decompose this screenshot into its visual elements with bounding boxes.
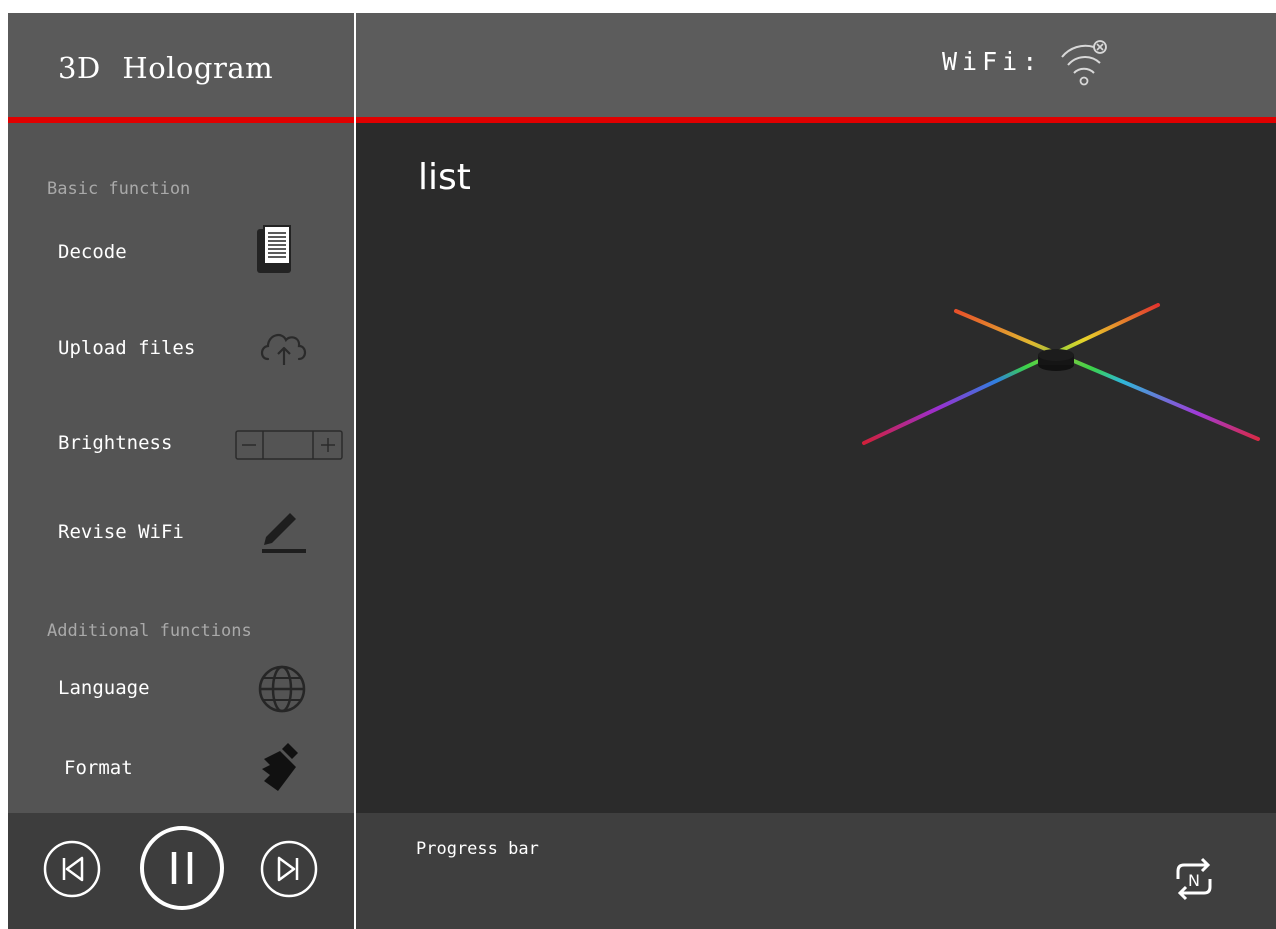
sidebar-item-language[interactable]: Language xyxy=(8,659,354,719)
previous-track-icon[interactable] xyxy=(42,839,102,899)
section-additional-functions: Additional functions xyxy=(47,621,252,641)
sidebar-item-format[interactable]: Format xyxy=(8,739,354,799)
wifi-label: WiFi: xyxy=(942,47,1043,76)
brightness-stepper xyxy=(235,430,343,460)
sidebar-item-brightness: Brightness xyxy=(8,414,354,474)
sidebar-item-decode[interactable]: Decode xyxy=(8,223,354,283)
progress-area: Progress bar N xyxy=(356,813,1276,929)
pause-icon[interactable] xyxy=(139,825,225,911)
brand-header: 3D Hologram xyxy=(8,13,354,117)
accent-line xyxy=(8,117,354,123)
sidebar-item-label: Language xyxy=(58,677,150,699)
sidebar-item-label: Brightness xyxy=(58,432,173,454)
section-basic-function: Basic function xyxy=(47,179,191,199)
sidebar-item-label: Decode xyxy=(58,241,127,263)
sidebar: 3D Hologram Basic function Decode Upload… xyxy=(8,13,354,813)
progress-bar[interactable]: Progress bar xyxy=(416,839,539,859)
wifi-disconnected-icon[interactable] xyxy=(1054,35,1114,87)
svg-text:N: N xyxy=(1188,871,1200,890)
player-controls xyxy=(8,813,354,929)
sidebar-item-revise-wifi[interactable]: Revise WiFi xyxy=(8,503,354,563)
brightness-decrease-button[interactable] xyxy=(235,430,263,460)
page-title: list xyxy=(418,157,471,198)
sidebar-item-label: Revise WiFi xyxy=(58,521,184,543)
loop-mode-icon[interactable]: N xyxy=(1164,849,1224,909)
sidebar-item-label: Format xyxy=(64,757,133,779)
hologram-fan-image xyxy=(856,303,1266,463)
sidebar-item-label: Upload files xyxy=(58,337,196,359)
brush-icon xyxy=(252,739,312,799)
edit-icon xyxy=(254,503,314,563)
sidebar-menu: Basic function Decode Upload files Brigh… xyxy=(8,123,354,813)
main-content: list xyxy=(356,123,1276,813)
document-icon xyxy=(250,223,310,283)
brightness-value-field[interactable] xyxy=(263,430,313,460)
sidebar-item-upload-files[interactable]: Upload files xyxy=(8,319,354,379)
next-track-icon[interactable] xyxy=(259,839,319,899)
globe-icon xyxy=(252,659,312,719)
app-title: 3D Hologram xyxy=(58,51,274,85)
brightness-increase-button[interactable] xyxy=(313,430,343,460)
app-window: 3D Hologram Basic function Decode Upload… xyxy=(8,13,1276,929)
top-bar: WiFi: xyxy=(356,13,1276,117)
cloud-upload-icon xyxy=(256,319,316,379)
